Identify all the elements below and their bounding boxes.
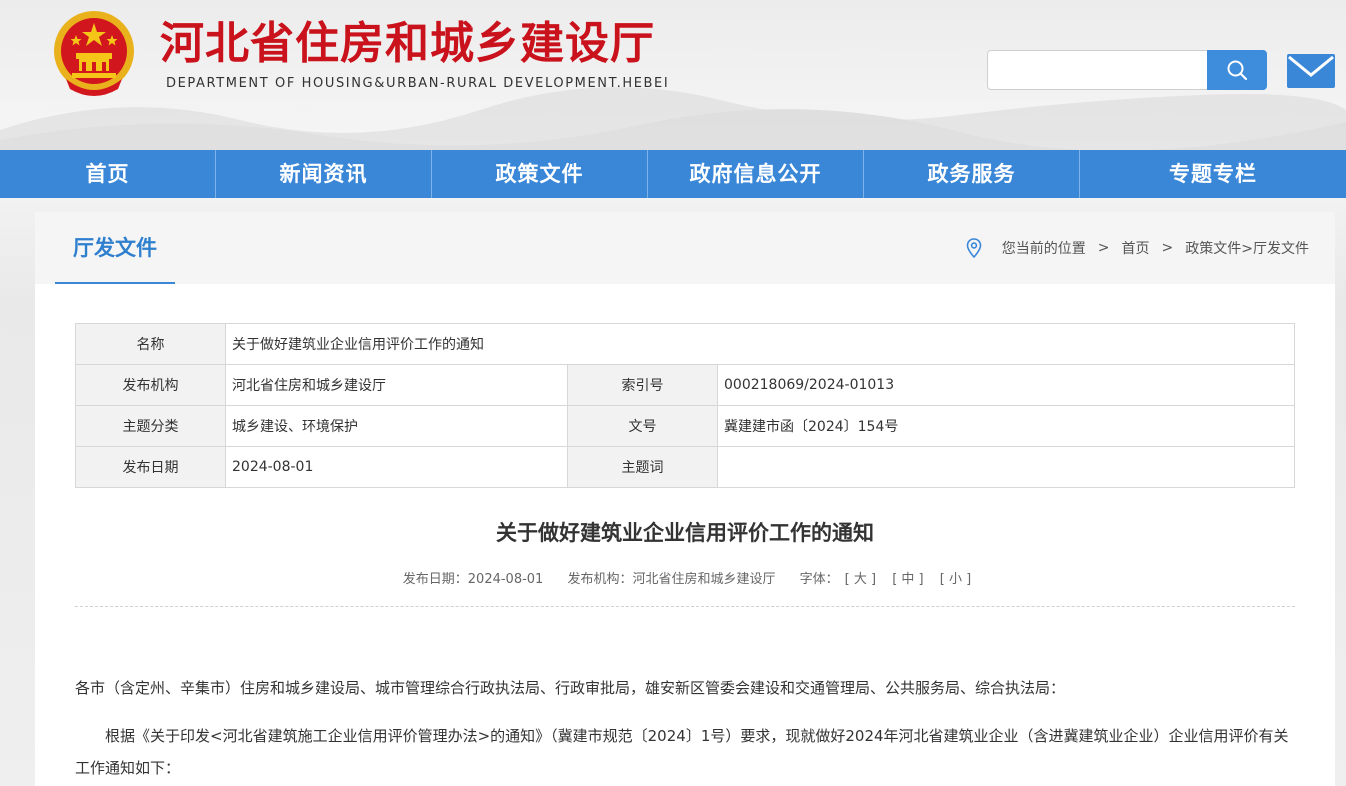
meta-value-name: 关于做好建筑业企业信用评价工作的通知 bbox=[225, 323, 1295, 365]
site-title: 河北省住房和城乡建设厅 bbox=[160, 18, 655, 69]
nav-item-home[interactable]: 首页 bbox=[0, 150, 216, 198]
article-date: 发布日期：2024-08-01 bbox=[402, 572, 544, 587]
breadcrumb-separator: > bbox=[1097, 240, 1110, 256]
site-header: 河北省住房和城乡建设厅 DEPARTMENT OF HOUSING&URBAN-… bbox=[0, 0, 1346, 150]
breadcrumb: 您当前的位置 > 首页 > 政策文件>厅发文件 bbox=[966, 238, 1309, 258]
meta-value-index: 000218069/2024-01013 bbox=[717, 364, 1295, 406]
meta-value-date: 2024-08-01 bbox=[225, 446, 568, 488]
location-pin-icon bbox=[966, 238, 982, 258]
nav-item-policy[interactable]: 政策文件 bbox=[432, 150, 648, 198]
breadcrumb-prefix: 您当前的位置 bbox=[1001, 241, 1086, 257]
meta-label-keyword: 主题词 bbox=[567, 446, 718, 488]
article-meta: 发布日期：2024-08-01 发布机构：河北省住房和城乡建设厅 字体： [ 大 … bbox=[35, 568, 1335, 587]
article-paragraph: 各市（含定州、辛集市）住房和城乡建设局、城市管理综合行政执法局、行政审批局，雄安… bbox=[75, 679, 1066, 697]
nav-item-news[interactable]: 新闻资讯 bbox=[216, 150, 432, 198]
meta-label-org: 发布机构 bbox=[75, 364, 226, 406]
section-title: 厅发文件 bbox=[55, 212, 175, 284]
nav-item-topics[interactable]: 专题专栏 bbox=[1080, 150, 1346, 198]
divider bbox=[75, 606, 1295, 607]
panel-header: 厅发文件 您当前的位置 > 首页 > 政策文件>厅发文件 bbox=[35, 212, 1335, 284]
meta-label-topic: 主题分类 bbox=[75, 405, 226, 447]
table-row: 发布日期 2024-08-01 主题词 bbox=[75, 446, 1295, 488]
site-subtitle: DEPARTMENT OF HOUSING&URBAN-RURAL DEVELO… bbox=[166, 76, 670, 91]
article-title: 关于做好建筑业企业信用评价工作的通知 bbox=[496, 521, 874, 545]
search-input[interactable] bbox=[987, 50, 1209, 90]
document-meta-table: 名称 关于做好建筑业企业信用评价工作的通知 发布机构 河北省住房和城乡建设厅 索… bbox=[75, 323, 1295, 488]
breadcrumb-home-link[interactable]: 首页 bbox=[1122, 238, 1150, 258]
table-row: 主题分类 城乡建设、环境保护 文号 冀建建市函〔2024〕154号 bbox=[75, 405, 1295, 447]
meta-label-docno: 文号 bbox=[567, 405, 718, 447]
meta-label-date: 发布日期 bbox=[75, 446, 226, 488]
main-nav: 首页 新闻资讯 政策文件 政府信息公开 政务服务 专题专栏 bbox=[0, 150, 1346, 198]
article-paragraph: 根据《关于印发<河北省建筑施工企业信用评价管理办法>的通知》（冀建市规范〔202… bbox=[75, 727, 1289, 777]
search-button[interactable] bbox=[1207, 50, 1267, 90]
font-size-small-button[interactable]: [ 小 ] bbox=[940, 572, 971, 587]
meta-label-name: 名称 bbox=[75, 323, 226, 365]
nav-item-services[interactable]: 政务服务 bbox=[864, 150, 1080, 198]
meta-value-topic: 城乡建设、环境保护 bbox=[225, 405, 568, 447]
breadcrumb-path-link[interactable]: 政策文件>厅发文件 bbox=[1185, 238, 1309, 258]
meta-label-index: 索引号 bbox=[567, 364, 718, 406]
breadcrumb-separator: > bbox=[1161, 240, 1174, 256]
font-size-medium-button[interactable]: [ 中 ] bbox=[892, 572, 923, 587]
table-row: 名称 关于做好建筑业企业信用评价工作的通知 bbox=[75, 323, 1295, 365]
article-org: 发布机构：河北省住房和城乡建设厅 bbox=[567, 572, 776, 587]
nav-item-gov-info[interactable]: 政府信息公开 bbox=[648, 150, 864, 198]
meta-value-org: 河北省住房和城乡建设厅 bbox=[225, 364, 568, 406]
meta-value-docno: 冀建建市函〔2024〕154号 bbox=[717, 405, 1295, 447]
article-body: 各市（含定州、辛集市）住房和城乡建设局、城市管理综合行政执法局、行政审批局，雄安… bbox=[75, 672, 1295, 784]
font-size-large-button[interactable]: [ 大 ] bbox=[845, 572, 876, 587]
meta-value-keyword bbox=[717, 446, 1295, 488]
national-emblem-icon bbox=[54, 11, 134, 96]
search-icon bbox=[1227, 60, 1248, 81]
font-size-label: 字体： bbox=[799, 572, 839, 587]
table-row: 发布机构 河北省住房和城乡建设厅 索引号 000218069/2024-0101… bbox=[75, 364, 1295, 406]
mail-icon[interactable] bbox=[1286, 53, 1336, 89]
content-panel: 厅发文件 您当前的位置 > 首页 > 政策文件>厅发文件 名称 关于做好建筑业企… bbox=[35, 212, 1335, 786]
